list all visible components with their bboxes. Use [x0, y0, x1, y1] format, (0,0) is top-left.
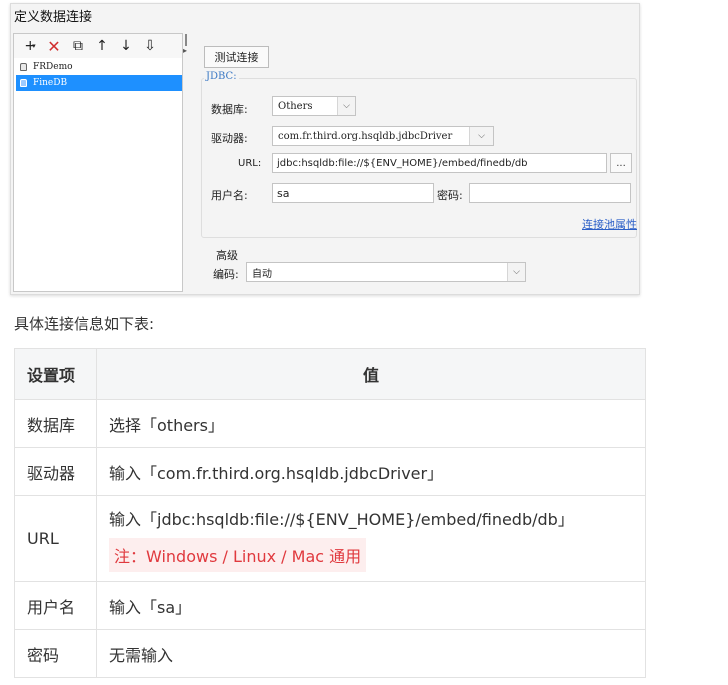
driver-label: 驱动器: — [211, 132, 248, 145]
add-icon[interactable]: + ▾ — [20, 36, 40, 56]
url-label: URL: — [238, 158, 262, 169]
encoding-select[interactable]: 自动 ⌵ — [246, 262, 526, 282]
table-row: 数据库 选择「others」 — [14, 399, 646, 448]
connection-list-panel: + ▾ ✕ ⧉ ↑ ↓ ⇩ FRDemo FineDB — [13, 33, 183, 292]
table-cell-value: 输入「sa」 — [96, 581, 646, 630]
connection-settings-panel: 测试连接 JDBC: 数据库: Others ⌵ 驱动器: com.fr.thi… — [196, 34, 637, 292]
table-row: URL 输入「jdbc:hsqldb:file://${ENV_HOME}/em… — [14, 495, 646, 582]
connection-item-finedb[interactable]: FineDB — [16, 75, 182, 91]
table-cell-key: 数据库 — [14, 399, 97, 448]
url-field[interactable]: jdbc:hsqldb:file://${ENV_HOME}/embed/fin… — [272, 153, 607, 173]
database-select[interactable]: Others ⌵ — [272, 96, 356, 116]
encoding-select-value: 自动 — [252, 268, 272, 280]
table-header-value: 值 — [96, 348, 646, 400]
splitter-handle[interactable] — [185, 34, 189, 46]
platform-note: 注：Windows / Linux / Mac 通用 — [109, 537, 367, 572]
username-field[interactable]: sa — [272, 183, 434, 203]
url-value-text: 输入「jdbc:hsqldb:file://${ENV_HOME}/embed/… — [109, 509, 574, 529]
table-cell-value: 无需输入 — [96, 629, 646, 678]
table-cell-key: 用户名 — [14, 581, 97, 630]
connection-item-frdemo[interactable]: FRDemo — [16, 59, 182, 75]
password-label: 密码: — [437, 189, 463, 202]
connection-pool-link[interactable]: 连接池属性 — [582, 216, 637, 232]
jdbc-legend: JDBC: — [204, 71, 239, 82]
encoding-label: 编码: — [213, 268, 239, 281]
database-label: 数据库: — [211, 103, 248, 116]
username-label: 用户名: — [211, 189, 248, 202]
database-icon — [20, 79, 27, 87]
table-cell-key: 密码 — [14, 629, 97, 678]
sort-icon[interactable]: ⇩ — [140, 36, 160, 56]
database-icon — [20, 63, 27, 71]
password-field[interactable] — [469, 183, 631, 203]
intro-text: 具体连接信息如下表: — [14, 315, 155, 333]
table-cell-value: 输入「com.fr.third.org.hsqldb.jdbcDriver」 — [96, 447, 646, 496]
table-row: 用户名 输入「sa」 — [14, 581, 646, 630]
connection-info-table: 设置项 值 数据库 选择「others」 驱动器 输入「com.fr.third… — [14, 348, 646, 678]
connection-label: FRDemo — [33, 62, 73, 72]
data-connection-dialog: 定义数据连接 + ▾ ✕ ⧉ ↑ ↓ ⇩ FRDemo FineDB ▸ 测试连接… — [10, 3, 640, 295]
driver-select-value: com.fr.third.org.hsqldb.jdbcDriver — [278, 130, 453, 142]
chevron-down-icon: ⌵ — [469, 127, 493, 145]
database-select-value: Others — [278, 100, 313, 112]
dialog-title: 定义数据连接 — [14, 10, 93, 25]
move-up-icon[interactable]: ↑ — [92, 36, 112, 56]
table-cell-value: 选择「others」 — [96, 399, 646, 448]
connection-label: FineDB — [33, 78, 68, 88]
table-cell-value: 输入「jdbc:hsqldb:file://${ENV_HOME}/embed/… — [96, 495, 646, 582]
connection-tree: FRDemo FineDB — [16, 59, 182, 91]
table-cell-key: URL — [14, 495, 97, 582]
collapse-arrow-icon[interactable]: ▸ — [183, 46, 187, 55]
table-row: 驱动器 输入「com.fr.third.org.hsqldb.jdbcDrive… — [14, 447, 646, 496]
chevron-down-icon: ⌵ — [507, 263, 525, 281]
test-connection-button[interactable]: 测试连接 — [204, 46, 269, 68]
chevron-down-icon: ⌵ — [337, 97, 355, 115]
url-browse-button[interactable]: ... — [610, 153, 632, 173]
copy-icon[interactable]: ⧉ — [68, 36, 88, 56]
driver-select[interactable]: com.fr.third.org.hsqldb.jdbcDriver ⌵ — [272, 126, 494, 146]
connection-toolbar: + ▾ ✕ ⧉ ↑ ↓ ⇩ — [14, 34, 182, 58]
table-cell-key: 驱动器 — [14, 447, 97, 496]
delete-icon[interactable]: ✕ — [44, 36, 64, 56]
move-down-icon[interactable]: ↓ — [116, 36, 136, 56]
table-header-setting: 设置项 — [14, 348, 97, 400]
advanced-label: 高级 — [216, 249, 238, 262]
table-row: 密码 无需输入 — [14, 629, 646, 678]
table-header-row: 设置项 值 — [14, 348, 646, 400]
